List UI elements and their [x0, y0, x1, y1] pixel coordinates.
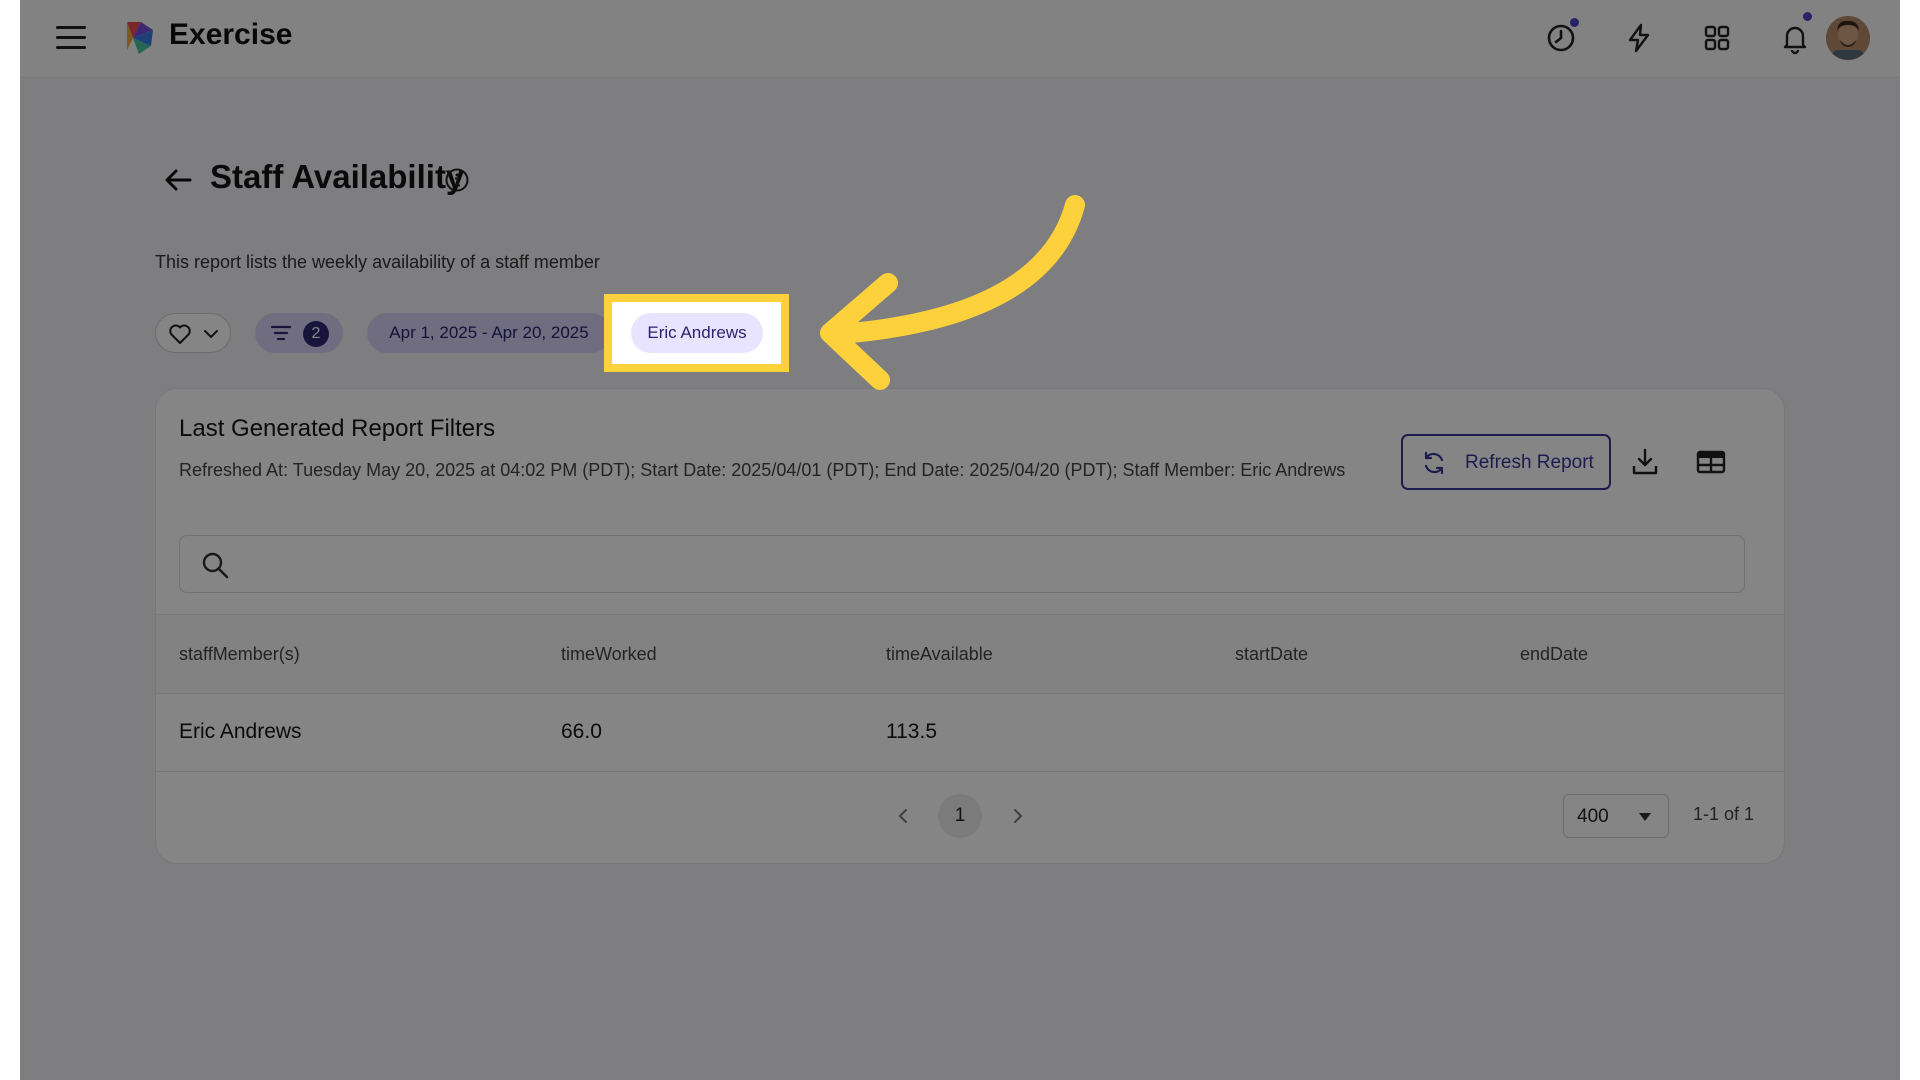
column-header-time-worked[interactable]: timeWorked — [561, 644, 657, 665]
favorites-dropdown[interactable] — [155, 313, 231, 353]
back-arrow-icon[interactable] — [162, 164, 194, 196]
notification-dot — [1570, 18, 1579, 27]
filters-button[interactable]: 2 — [255, 313, 343, 353]
table-header: staffMember(s) timeWorked timeAvailable … — [156, 614, 1784, 694]
page-size-select[interactable]: 400 — [1563, 794, 1669, 838]
clock-icon[interactable] — [1543, 18, 1579, 56]
annotation-arrow-icon — [820, 195, 1085, 390]
column-header-start-date[interactable]: startDate — [1235, 644, 1308, 665]
filter-count-badge: 2 — [303, 321, 329, 347]
card-title: Last Generated Report Filters — [179, 415, 496, 442]
previous-page-icon[interactable] — [893, 806, 913, 826]
cell-time-available: 113.5 — [886, 720, 937, 743]
table-columns-icon[interactable] — [1695, 446, 1727, 478]
pagination-range: 1-1 of 1 — [1693, 804, 1755, 824]
page-size-value: 400 — [1577, 806, 1609, 827]
app-logo-icon — [127, 22, 153, 54]
column-header-end-date[interactable]: endDate — [1520, 644, 1588, 665]
heart-icon — [169, 324, 191, 344]
cell-staff-member: Eric Andrews — [179, 720, 302, 743]
refresh-report-button[interactable]: Refresh Report — [1401, 434, 1611, 490]
report-filters-summary: Refreshed At: Tuesday May 20, 2025 at 04… — [179, 460, 1346, 480]
page-title: Staff Availability — [210, 158, 465, 195]
next-page-icon[interactable] — [1008, 806, 1028, 826]
search-icon — [202, 552, 229, 579]
apps-grid-icon[interactable] — [1699, 20, 1735, 56]
app-title: Exercise — [169, 18, 293, 51]
info-icon[interactable] — [444, 167, 470, 193]
download-icon[interactable] — [1629, 446, 1661, 478]
page-number-current[interactable]: 1 — [938, 794, 982, 838]
search-input[interactable] — [244, 546, 1728, 584]
avatar[interactable] — [1826, 16, 1870, 60]
bell-icon[interactable] — [1777, 12, 1813, 56]
menu-icon[interactable] — [56, 26, 86, 50]
column-header-time-available[interactable]: timeAvailable — [886, 644, 993, 665]
date-range-chip[interactable]: Apr 1, 2025 - Apr 20, 2025 — [367, 313, 611, 353]
caret-down-icon — [1639, 813, 1651, 821]
page-description: This report lists the weekly availabilit… — [155, 252, 600, 272]
highlight-box: Eric Andrews — [604, 294, 789, 372]
top-bar: Exercise — [20, 0, 1900, 78]
report-card: Last Generated Report Filters Refreshed … — [155, 388, 1785, 864]
search-field[interactable] — [179, 535, 1745, 593]
lightning-icon[interactable] — [1621, 20, 1657, 56]
refresh-icon — [1424, 451, 1444, 475]
staff-member-chip[interactable]: Eric Andrews — [631, 313, 763, 353]
filter-icon — [270, 325, 292, 341]
chevron-down-icon — [204, 330, 218, 339]
cell-time-worked: 66.0 — [561, 720, 602, 743]
app-window: Exercise Staff Availability This report … — [20, 0, 1900, 1080]
table-row[interactable]: Eric Andrews 66.0 113.5 — [156, 693, 1784, 772]
notification-dot — [1803, 12, 1812, 21]
column-header-staff[interactable]: staffMember(s) — [179, 644, 300, 665]
refresh-report-label: Refresh Report — [1465, 452, 1594, 473]
